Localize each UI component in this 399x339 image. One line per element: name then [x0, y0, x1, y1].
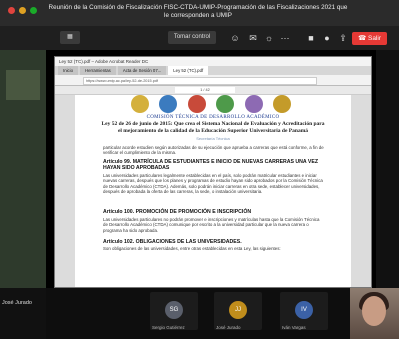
share-icon[interactable]: ⇪ — [336, 31, 350, 45]
document-tabs: Inicio Herramientas Acta de Sesión 07...… — [55, 66, 371, 75]
close-dot[interactable] — [8, 7, 15, 14]
participant-camera-video[interactable] — [350, 288, 399, 339]
secretaria-label: Secretaría Técnica — [196, 136, 230, 141]
left-participant-name: José Jurado — [2, 300, 32, 306]
maximize-dot[interactable] — [30, 7, 37, 14]
tab-home[interactable]: Inicio — [58, 66, 79, 75]
participant-name: José Jurado — [216, 325, 241, 330]
avatar: SG — [165, 301, 183, 319]
pdf-page: COMISIÓN TÉCNICA DE DESARROLLO ACADÉMICO… — [75, 95, 351, 287]
tab-acta[interactable]: Acta de Sesión 07... — [117, 66, 167, 75]
camera-icon[interactable]: ■ — [304, 31, 318, 45]
minimize-dot[interactable] — [19, 7, 26, 14]
video-person-face — [362, 296, 386, 326]
participant-tile[interactable]: SG Sergio Gutiérrez — [150, 292, 198, 330]
tab-tools[interactable]: Herramientas — [80, 66, 116, 75]
meeting-toolbar: ▦ Tomar control ☺ ✉ ☼ ⋯ ■ ● ⇪ ☎ Salir — [0, 26, 399, 50]
take-control-button[interactable]: Tomar control — [168, 31, 216, 44]
logo-seal-4 — [216, 95, 235, 113]
grid-view-button[interactable]: ▦ — [60, 31, 80, 44]
logo-seal-5 — [244, 95, 263, 113]
window-controls — [8, 7, 37, 14]
page-indicator[interactable]: 1 / 42 — [175, 87, 235, 93]
article-100-title: Artículo 100. PROMOCIÓN DE PROMOCIÓN E I… — [103, 209, 252, 215]
logo-seal-3 — [187, 95, 206, 113]
intro-paragraph: particular acorde estudien según autoriz… — [103, 145, 324, 156]
avatar: IV — [295, 301, 313, 319]
logo-seal-6 — [272, 95, 291, 113]
participant-name: Sergio Gutiérrez — [152, 325, 185, 330]
participant-tile[interactable]: JJ José Jurado — [214, 292, 262, 330]
shared-window-title: Ley 52 (TC).pdf – Adobe Acrobat Reader D… — [55, 57, 371, 66]
logo-seal-2 — [159, 95, 178, 113]
pdf-toolbar: 1 / 42 — [55, 86, 371, 95]
participant-tile[interactable]: IV Iván Vargas — [280, 292, 328, 330]
microphone-icon[interactable]: ● — [320, 31, 334, 45]
article-100-text: Las universidades particulares no podrán… — [103, 217, 320, 233]
article-102-text: Son obligaciones de las universidades, e… — [103, 246, 281, 251]
avatar: JJ — [229, 301, 247, 319]
article-99-text: Las universidades particulares legalment… — [103, 173, 323, 195]
address-bar: https://www.umip.ac.pa/ley-52-de-2015.pd… — [55, 75, 371, 86]
url-field[interactable]: https://www.umip.ac.pa/ley-52-de-2015.pd… — [83, 77, 317, 85]
more-icon[interactable]: ⋯ — [278, 31, 292, 45]
participants-icon[interactable]: ☺ — [228, 31, 242, 45]
commission-heading: COMISIÓN TÉCNICA DE DESARROLLO ACADÉMICO — [146, 115, 280, 120]
article-102-title: Artículo 102. OBLIGACIONES DE LAS UNIVER… — [103, 239, 242, 245]
leave-label: Salir — [367, 35, 381, 42]
participant-strip: SG Sergio Gutiérrez JJ José Jurado IV Iv… — [46, 288, 399, 339]
logo-seal-1 — [131, 95, 149, 113]
institution-logos — [131, 95, 291, 113]
tab-ley-52[interactable]: Ley 52 (TC).pdf — [168, 66, 209, 75]
reactions-icon[interactable]: ☼ — [262, 31, 276, 45]
meeting-title: Reunión de la Comisión de Fiscalización … — [48, 4, 348, 19]
law-title: Ley 52 de 26 de junio de 2015: Que crea … — [101, 121, 325, 134]
chat-icon[interactable]: ✉ — [246, 31, 260, 45]
left-participant-column — [0, 50, 46, 288]
article-99-title: Artículo 99. MATRÍCULA DE ESTUDIANTES E … — [103, 159, 319, 172]
participant-name: Iván Vargas — [282, 325, 306, 330]
shared-window: Ley 52 (TC).pdf – Adobe Acrobat Reader D… — [54, 56, 372, 288]
leave-button[interactable]: ☎ Salir — [352, 32, 387, 45]
video-grid-placeholder — [6, 70, 40, 100]
meeting-title-bar: Reunión de la Comisión de Fiscalización … — [0, 0, 399, 26]
